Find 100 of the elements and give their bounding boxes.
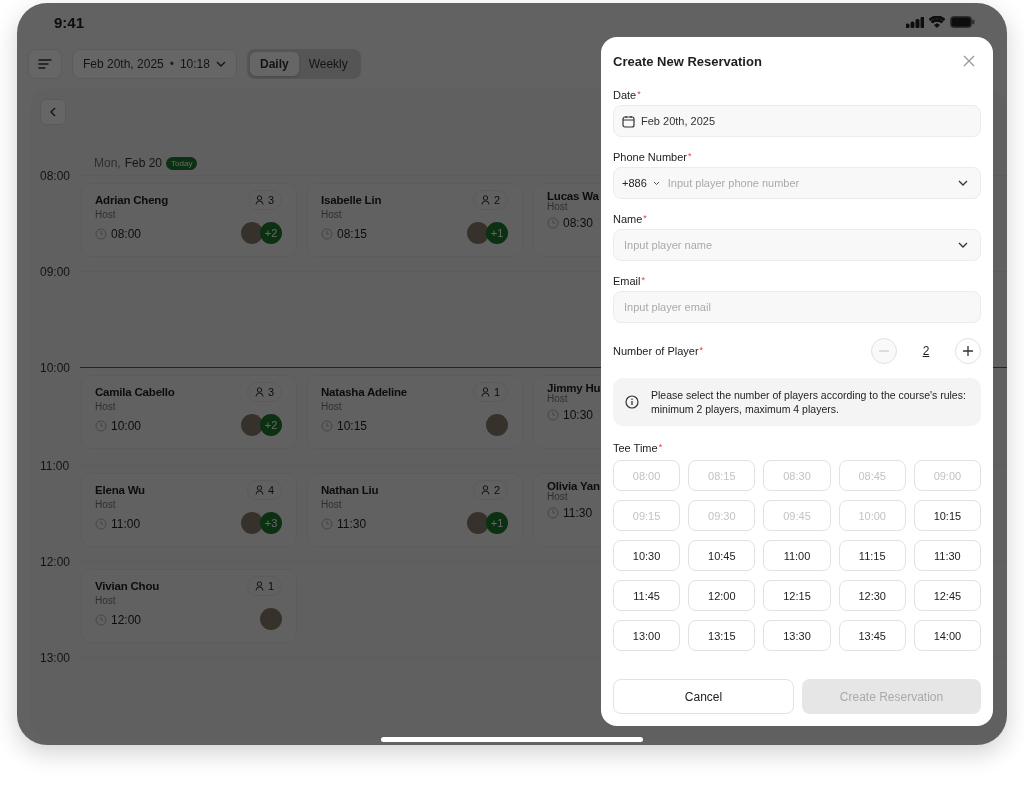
player-name: Natasha Adeline <box>321 386 408 398</box>
chevron-left-icon <box>49 107 57 117</box>
tee-time-option[interactable]: 11:45 <box>613 580 681 611</box>
person-icon <box>480 195 490 205</box>
tee-time: 12:00 <box>95 613 142 627</box>
signal-icon <box>906 16 924 28</box>
tee-time: 10:30 <box>547 408 594 422</box>
person-icon <box>254 581 264 591</box>
tee-time-option[interactable]: 13:45 <box>838 620 906 651</box>
chevron-down-icon <box>958 180 968 186</box>
close-button[interactable] <box>961 53 977 69</box>
note-text: Please select the number of players according to the course's rules: minimum 2 players, maximum 4 players. <box>651 388 967 416</box>
tee-time-option[interactable]: 11:15 <box>838 540 906 571</box>
tee-time-option[interactable]: 12:30 <box>838 580 906 611</box>
email-field[interactable]: Input player email <box>613 291 981 323</box>
field-label: Phone Number <box>613 151 687 163</box>
menu-button[interactable] <box>28 49 62 79</box>
tee-time: 11:30 <box>321 517 367 531</box>
tee-time: 10:15 <box>321 419 368 433</box>
player-name: Lucas Wa <box>547 190 599 202</box>
person-icon <box>254 195 264 205</box>
required-mark: * <box>688 151 692 163</box>
required-mark: * <box>699 345 704 357</box>
field-label: Name <box>613 213 643 225</box>
avatar <box>467 222 489 244</box>
avatar <box>486 414 508 436</box>
field-label: Number of Player <box>613 345 699 357</box>
person-icon <box>254 485 264 495</box>
status-time: 9:41 <box>54 13 85 31</box>
date-time-selector[interactable]: Feb 20th, 2025 • 10:18 <box>72 49 237 79</box>
avatar <box>260 608 282 630</box>
tee-time: 11:00 <box>95 517 141 531</box>
tee-time-option[interactable]: 14:00 <box>913 620 981 651</box>
calendar-icon <box>622 114 635 128</box>
chevron-down-icon <box>958 242 968 248</box>
tee-time-option[interactable]: 13:15 <box>688 620 756 651</box>
today-badge: Today <box>166 156 198 170</box>
player-name: Olivia Yan <box>547 480 600 492</box>
chevron-down-icon <box>652 180 660 186</box>
tee-time-option[interactable]: 10:45 <box>688 540 756 571</box>
dialog-title: Create New Reservation <box>613 53 762 69</box>
player-name: Isabelle Lin <box>321 194 382 206</box>
more-players-badge: +3 <box>260 512 282 534</box>
view-tab[interactable]: Weekly <box>298 52 358 76</box>
view-tab[interactable]: Daily <box>249 52 299 76</box>
date-field[interactable]: Feb 20th, 2025 <box>613 105 981 137</box>
hour-label: 11:00 <box>40 459 71 473</box>
tee-time-option[interactable]: 13:30 <box>763 620 831 651</box>
close-icon <box>963 55 975 67</box>
chevron-down-icon <box>215 61 226 67</box>
hour-label: 12:00 <box>40 555 72 569</box>
required-mark: * <box>643 213 647 225</box>
field-label: Date <box>613 89 637 101</box>
hour-label: 08:00 <box>40 169 72 183</box>
tee-time-option[interactable]: 11:30 <box>913 540 981 571</box>
avatar <box>241 512 263 534</box>
cancel-button[interactable]: Cancel <box>613 679 794 714</box>
plus-icon <box>963 346 973 356</box>
plus-button[interactable] <box>955 338 981 364</box>
player-name: Nathan Liu <box>321 484 379 496</box>
tee-time-option[interactable]: 12:15 <box>763 580 831 611</box>
name-field[interactable]: Input player name <box>613 229 981 261</box>
avatar <box>241 222 263 244</box>
info-icon <box>625 395 639 409</box>
hour-label: 09:00 <box>40 265 72 279</box>
hour-label: 10:00 <box>40 361 72 375</box>
more-players-badge: +1 <box>486 512 508 534</box>
more-players-badge: +2 <box>260 222 282 244</box>
person-icon <box>480 485 490 495</box>
required-mark: * <box>658 442 663 454</box>
date-label: Feb 20 <box>124 156 163 170</box>
tee-time-option[interactable]: 13:00 <box>613 620 681 651</box>
field-label: Tee Time <box>613 442 658 454</box>
player-name: Camila Cabello <box>95 386 175 398</box>
tee-time: 08:30 <box>547 216 594 230</box>
more-players-badge: +2 <box>260 414 282 436</box>
tee-time: 11:30 <box>547 506 593 520</box>
avatar <box>467 512 489 534</box>
player-number: 2 <box>921 344 931 358</box>
tee-time-option[interactable]: 10:15 <box>913 500 981 531</box>
player-name: Vivian Chou <box>95 580 160 592</box>
required-mark: * <box>637 89 641 101</box>
tee-time-option[interactable]: 12:45 <box>913 580 981 611</box>
menu-icon <box>38 58 52 70</box>
tee-time: 08:15 <box>321 227 368 241</box>
more-players-badge: +1 <box>486 222 508 244</box>
tee-time: 10:00 <box>95 419 142 433</box>
field-label: Email <box>613 275 641 287</box>
avatar <box>241 414 263 436</box>
player-name: Jimmy Hu <box>547 382 601 394</box>
phone-field[interactable]: +886 Input player phone number <box>613 167 981 199</box>
person-icon <box>254 387 264 397</box>
tee-time: 08:00 <box>95 227 142 241</box>
wifi-icon <box>929 16 945 28</box>
tee-time-option[interactable]: 10:30 <box>613 540 681 571</box>
player-name: Elena Wu <box>95 484 145 496</box>
back-button[interactable] <box>40 99 66 125</box>
tee-time-option[interactable]: 11:00 <box>763 540 831 571</box>
hour-label: 13:00 <box>40 651 72 665</box>
tee-time-option[interactable]: 12:00 <box>688 580 756 611</box>
